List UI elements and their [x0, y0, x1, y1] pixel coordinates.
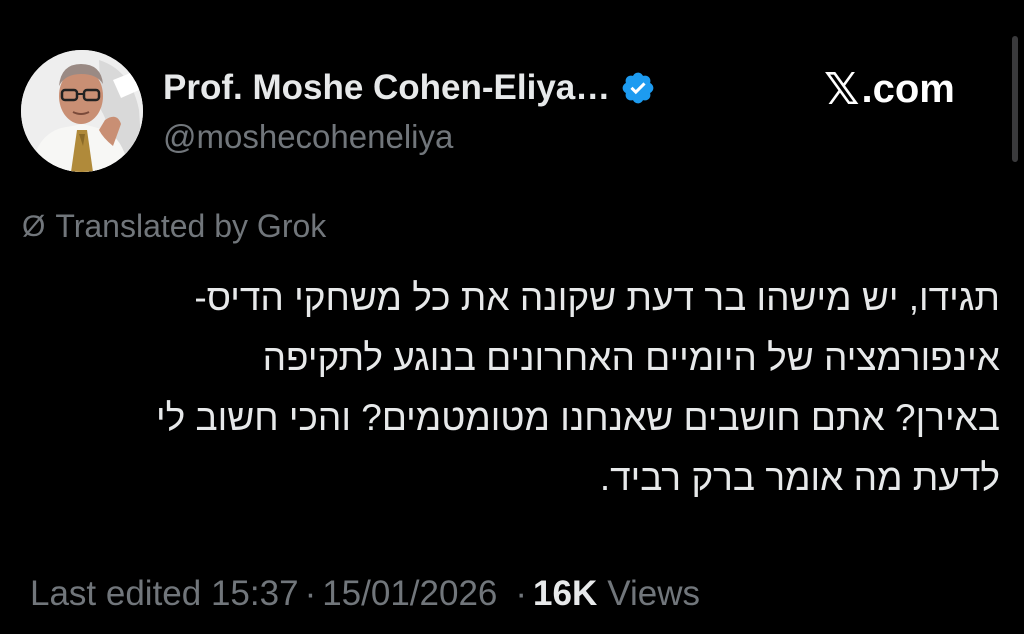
x-logo-icon: 𝕏	[824, 65, 860, 114]
views-count: 16K	[533, 574, 598, 613]
verified-badge-icon	[622, 72, 654, 104]
translated-label: Translated by Grok	[55, 208, 327, 244]
tweet-date[interactable]: 15/01/2026	[322, 574, 497, 614]
views-label: Views	[607, 574, 700, 613]
meta-separator: ·	[304, 574, 317, 613]
avatar[interactable]	[21, 50, 143, 172]
tweet-screenshot: Prof. Moshe Cohen-Eliya… @moshecoheneliy…	[0, 0, 1024, 634]
edited-timestamp[interactable]: Last edited 15:37	[30, 574, 299, 614]
x-com-label: .com	[861, 67, 955, 111]
tweet-line: אינפורמציה של היומיים האחרונים בנוגע לתק…	[262, 337, 1000, 378]
tweet-text: תגידו, יש מישהו בר דעת שקונה את כל משחקי…	[30, 268, 1000, 508]
avatar-photo	[21, 50, 143, 172]
tweet-meta: Last edited 15:37 · 15/01/2026 · 16K Vie…	[30, 574, 700, 614]
author-name-row[interactable]: Prof. Moshe Cohen-Eliya…	[163, 62, 656, 114]
meta-separator: ·	[515, 574, 528, 613]
x-com-logo: 𝕏 .com	[824, 64, 955, 115]
translate-slash-icon: Ø	[22, 209, 46, 243]
author-display-name[interactable]: Prof. Moshe Cohen-Eliya…	[163, 68, 610, 108]
translated-by-grok[interactable]: Ø Translated by Grok	[22, 208, 326, 245]
author-handle[interactable]: @moshecoheneliya	[163, 118, 453, 156]
tweet-line: באירן? אתם חושבים שאנחנו מטומטמים? והכי …	[156, 397, 1000, 438]
scrollbar[interactable]	[1012, 36, 1018, 162]
tweet-line: לדעת מה אומר ברק רביד.	[599, 457, 1000, 498]
tweet-line: תגידו, יש מישהו בר דעת שקונה את כל משחקי…	[194, 277, 1000, 318]
